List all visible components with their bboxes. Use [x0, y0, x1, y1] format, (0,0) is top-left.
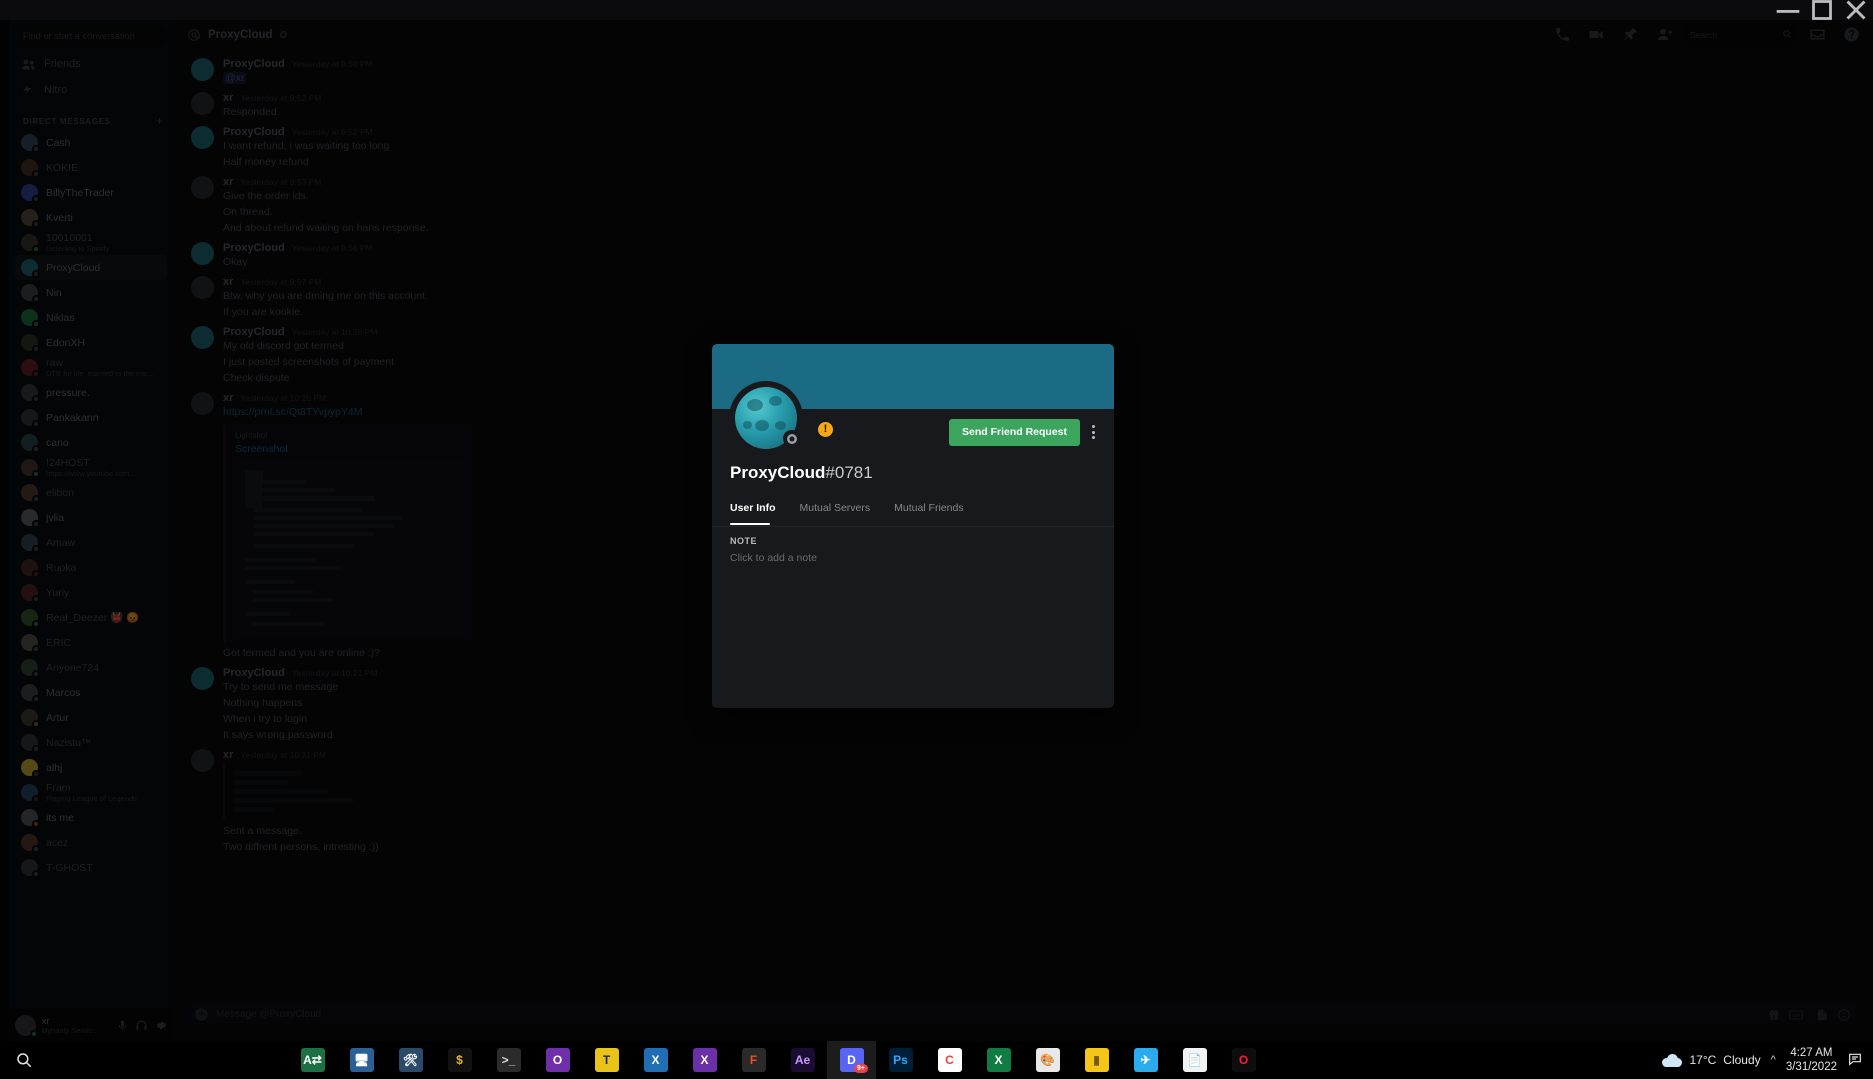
windows-start-icon[interactable]	[0, 1051, 48, 1069]
note-label: NOTE	[730, 536, 758, 546]
weather-widget[interactable]: 17°C Cloudy	[1662, 1053, 1761, 1067]
desktop: Find or start a conversation Friends Nit…	[0, 0, 1873, 1079]
opera-gx-app-icon: O	[545, 1048, 570, 1072]
profile-tabs[interactable]: User Info Mutual Servers Mutual Friends	[712, 496, 1114, 527]
dollar-app-icon: $	[447, 1048, 472, 1072]
taskbar-sticky-notes-app[interactable]: ▮	[1072, 1041, 1121, 1079]
taskbar-excel-green-app[interactable]: A⇄	[288, 1041, 337, 1079]
profile-avatar-wrap	[729, 381, 803, 455]
close-button[interactable]	[1839, 0, 1873, 20]
after-effects-app-icon: Ae	[790, 1048, 815, 1072]
monitor-app-icon: 🖥	[349, 1048, 374, 1072]
profile-username: ProxyCloud	[730, 463, 826, 482]
taskbar-after-effects-app[interactable]: Ae	[778, 1041, 827, 1079]
warning-badge[interactable]: !	[818, 422, 833, 437]
taskbar-vscode-app[interactable]: X	[631, 1041, 680, 1079]
clock-date: 3/31/2022	[1785, 1061, 1837, 1073]
notification-icon[interactable]	[1847, 1051, 1863, 1070]
taskbar-monitor-app[interactable]: 🖥	[337, 1041, 386, 1079]
taskbar-telegram-app[interactable]: ✈	[1121, 1041, 1170, 1079]
profile-actions: Send Friend Request	[948, 419, 1098, 446]
profile-discriminator: #0781	[825, 463, 873, 482]
taskbar-tor-browser-app[interactable]: T	[582, 1041, 631, 1079]
note-input[interactable]: Click to add a note	[730, 552, 817, 564]
photoshop-app-icon: Ps	[888, 1048, 913, 1072]
weather-condition: Cloudy	[1723, 1053, 1761, 1067]
tab-mutual-friends[interactable]: Mutual Friends	[894, 502, 963, 525]
clock-time: 4:27 AM	[1790, 1047, 1833, 1059]
taskbar-chrome-app[interactable]: C	[925, 1041, 974, 1079]
window-titlebar	[0, 0, 1873, 20]
chrome-app-icon: C	[937, 1048, 962, 1072]
telegram-app-icon: ✈	[1133, 1048, 1158, 1072]
taskbar-excel-app[interactable]: X	[974, 1041, 1023, 1079]
taskbar-tool-app[interactable]: 🛠	[386, 1041, 435, 1079]
taskbar-terminal-app[interactable]: >_	[484, 1041, 533, 1079]
sticky-notes-app-icon: ▮	[1084, 1048, 1109, 1072]
send-friend-request-button[interactable]: Send Friend Request	[948, 419, 1080, 446]
tool-app-icon: 🛠	[398, 1048, 423, 1072]
paint-app-icon: 🎨	[1035, 1048, 1060, 1072]
taskbar-vscode-insiders-app[interactable]: X	[680, 1041, 729, 1079]
taskbar-paint-app[interactable]: 🎨	[1023, 1041, 1072, 1079]
figma-app-icon: F	[741, 1048, 766, 1072]
cloud-icon	[1662, 1053, 1683, 1067]
minimize-button[interactable]	[1771, 0, 1805, 20]
more-options-icon[interactable]	[1089, 421, 1098, 443]
windows-taskbar: A⇄ 🖥 🛠 $ >_ O T X X F Ae D 9+ Ps C X 🎨 ▮ ✈ 📄 O 17°C Cloudy ^…	[0, 1041, 1873, 1079]
vscode-insiders-app-icon: X	[692, 1048, 717, 1072]
taskbar-dollar-app[interactable]: $	[435, 1041, 484, 1079]
status-badge	[783, 430, 800, 447]
taskbar-badge: 9+	[854, 1064, 868, 1073]
taskbar-photoshop-app[interactable]: Ps	[876, 1041, 925, 1079]
tab-mutual-servers[interactable]: Mutual Servers	[800, 502, 871, 525]
system-tray: 17°C Cloudy ^ 4:27 AM 3/31/2022	[1662, 1046, 1873, 1074]
avatar[interactable]	[735, 387, 800, 449]
vscode-app-icon: X	[643, 1048, 668, 1072]
tray-chevron-up-icon[interactable]: ^	[1771, 1054, 1776, 1066]
maximize-button[interactable]	[1805, 0, 1839, 20]
weather-temperature: 17°C	[1689, 1053, 1717, 1067]
notepad-app-icon: 📄	[1182, 1048, 1207, 1072]
taskbar-figma-app[interactable]: F	[729, 1041, 778, 1079]
taskbar-opera-gx-app[interactable]: O	[533, 1041, 582, 1079]
taskbar-notepad-app[interactable]: 📄	[1170, 1041, 1219, 1079]
user-profile-modal: ! Send Friend Request ProxyCloud#0781 Us…	[712, 344, 1114, 708]
taskbar-apps[interactable]: A⇄ 🖥 🛠 $ >_ O T X X F Ae D 9+ Ps C X 🎨 ▮ ✈ 📄 O	[48, 1041, 1662, 1079]
tab-user-info[interactable]: User Info	[730, 502, 776, 525]
taskbar-opera-app[interactable]: O	[1219, 1041, 1268, 1079]
terminal-app-icon: >_	[496, 1048, 521, 1072]
page-title: ProxyCloud#0781	[730, 463, 873, 483]
excel-app-icon: X	[986, 1048, 1011, 1072]
opera-app-icon: O	[1231, 1048, 1256, 1072]
taskbar-clock[interactable]: 4:27 AM 3/31/2022	[1786, 1046, 1837, 1074]
tor-browser-app-icon: T	[594, 1048, 619, 1072]
excel-green-app-icon: A⇄	[300, 1048, 325, 1072]
taskbar-discord-app[interactable]: D 9+	[827, 1041, 876, 1079]
